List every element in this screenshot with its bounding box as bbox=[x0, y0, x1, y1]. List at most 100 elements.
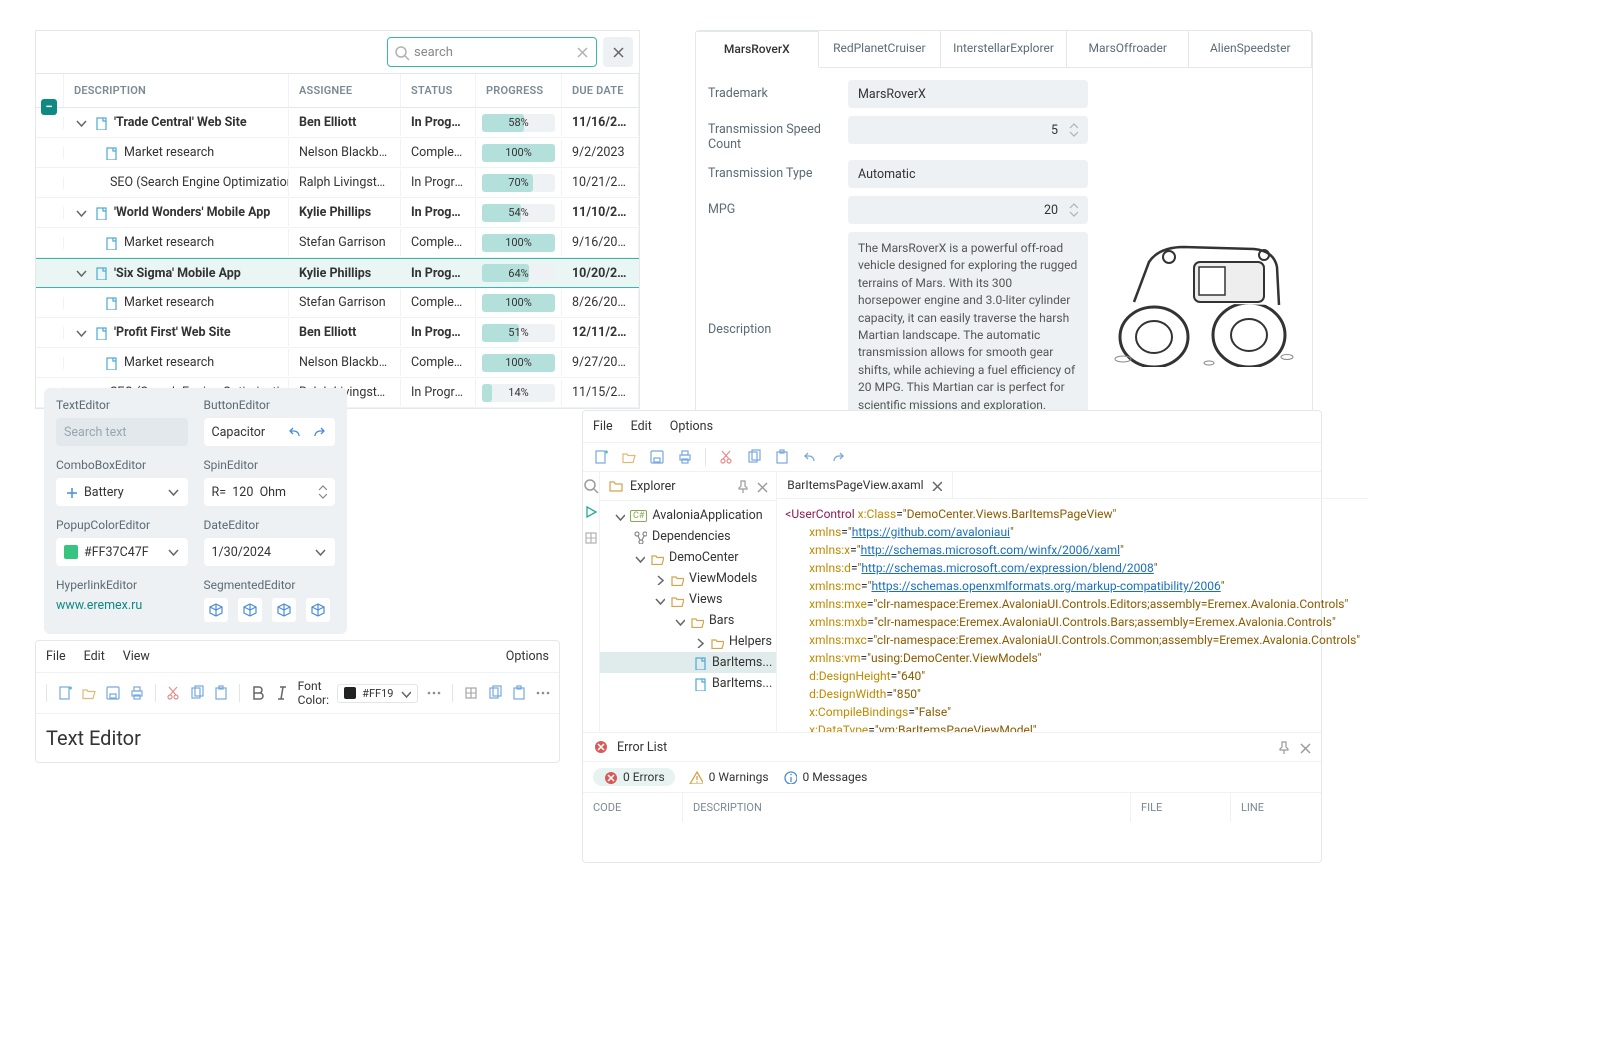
play-icon[interactable] bbox=[583, 504, 599, 520]
tree-item[interactable]: ViewModels bbox=[600, 568, 776, 589]
hyperlink-value[interactable]: www.eremex.ru bbox=[56, 598, 188, 613]
grid-search-input[interactable] bbox=[414, 45, 568, 60]
menu-edit[interactable]: Edit bbox=[84, 649, 105, 664]
tree-item[interactable]: DemoCenter bbox=[600, 547, 776, 568]
segment-1[interactable] bbox=[204, 598, 228, 622]
tree-item[interactable]: Dependencies bbox=[600, 526, 776, 547]
tree-item[interactable]: BarItems... bbox=[600, 673, 776, 694]
combobox-input[interactable]: Battery bbox=[56, 478, 188, 506]
ide-copy-button[interactable] bbox=[744, 447, 764, 467]
search-icon[interactable] bbox=[583, 478, 599, 494]
chevron-down-icon[interactable] bbox=[313, 545, 327, 559]
table-row[interactable]: 'Trade Central' Web SiteBen ElliottIn Pr… bbox=[36, 108, 639, 138]
ide-menu-file[interactable]: File bbox=[593, 419, 613, 434]
print-button[interactable] bbox=[129, 683, 145, 703]
bold-button[interactable] bbox=[250, 683, 266, 703]
chevron-down-icon[interactable] bbox=[653, 594, 665, 606]
text-editor-body[interactable]: Text Editor bbox=[36, 714, 559, 762]
col-status[interactable]: STATUS bbox=[401, 74, 476, 107]
undo-icon[interactable] bbox=[287, 424, 303, 440]
pin-icon[interactable] bbox=[735, 479, 749, 493]
grid-button[interactable] bbox=[463, 683, 479, 703]
cut-button[interactable] bbox=[165, 683, 181, 703]
copy-button[interactable] bbox=[189, 683, 205, 703]
code-area[interactable]: <UserControl x:Class="DemoCenter.Views.B… bbox=[777, 499, 1368, 732]
table-row[interactable]: SEO (Search Engine Optimization)Ralph Li… bbox=[36, 168, 639, 198]
col-file[interactable]: FILE bbox=[1131, 793, 1231, 822]
chevron-right-icon[interactable] bbox=[693, 636, 705, 648]
ide-undo-button[interactable] bbox=[800, 447, 820, 467]
save-button[interactable] bbox=[105, 683, 121, 703]
ide-menu-edit[interactable]: Edit bbox=[631, 419, 652, 434]
col-line[interactable]: LINE bbox=[1231, 793, 1321, 822]
table-row[interactable]: Market researchNelson BlackburnCompleted… bbox=[36, 348, 639, 378]
more-button[interactable] bbox=[426, 683, 442, 703]
tree-item[interactable]: BarItems... bbox=[600, 652, 776, 673]
vehicle-tab[interactable]: MarsRoverX bbox=[696, 31, 819, 68]
col-code[interactable]: CODE bbox=[583, 793, 683, 822]
tree-item[interactable]: Views bbox=[600, 589, 776, 610]
spinner-icon[interactable] bbox=[1066, 122, 1078, 138]
col-desc[interactable]: DESCRIPTION bbox=[683, 793, 1131, 822]
table-row[interactable]: 'Profit First' Web SiteBen ElliottIn Pro… bbox=[36, 318, 639, 348]
spineditor-input[interactable]: R= 120 Ohm bbox=[204, 478, 336, 506]
segment-4[interactable] bbox=[306, 598, 330, 622]
dateeditor-input[interactable]: 1/30/2024 bbox=[204, 538, 336, 566]
chevron-down-icon[interactable] bbox=[166, 545, 180, 559]
redo-icon[interactable] bbox=[311, 424, 327, 440]
warnings-filter[interactable]: 0 Warnings bbox=[689, 770, 769, 784]
collapse-all-badge[interactable]: − bbox=[41, 99, 57, 115]
input-tsc[interactable]: 5 bbox=[848, 116, 1088, 144]
table-row[interactable]: 'Six Sigma' Mobile AppKylie PhillipsIn P… bbox=[36, 258, 639, 288]
table-row[interactable]: Market researchStefan GarrisonCompleted1… bbox=[36, 228, 639, 258]
row-expander[interactable] bbox=[36, 207, 64, 219]
chevron-down-icon[interactable] bbox=[613, 510, 625, 522]
segment-2[interactable] bbox=[238, 598, 262, 622]
col-progress[interactable]: PROGRESS bbox=[476, 74, 562, 107]
chevron-down-icon[interactable] bbox=[166, 485, 180, 499]
close-search-button[interactable] bbox=[603, 37, 633, 67]
chevron-right-icon[interactable] bbox=[653, 573, 665, 585]
ide-menu-options[interactable]: Options bbox=[670, 419, 713, 434]
row-expander[interactable] bbox=[36, 327, 64, 339]
menu-view[interactable]: View bbox=[123, 649, 150, 664]
copy2-button[interactable] bbox=[487, 683, 503, 703]
input-tt[interactable]: Automatic bbox=[848, 160, 1088, 188]
row-expander[interactable] bbox=[36, 267, 64, 279]
ide-paste-button[interactable] bbox=[772, 447, 792, 467]
tree-item[interactable]: C#AvaloniaApplication bbox=[600, 505, 776, 526]
col-assignee[interactable]: ASSIGNEE bbox=[289, 74, 401, 107]
chevron-down-icon[interactable] bbox=[74, 266, 88, 280]
grid-icon[interactable] bbox=[583, 530, 599, 546]
texteditor-input[interactable]: Search text bbox=[56, 418, 188, 446]
spinner-icon[interactable] bbox=[315, 484, 327, 500]
input-trademark[interactable]: MarsRoverX bbox=[848, 80, 1088, 108]
table-row[interactable]: Market researchStefan GarrisonCompleted1… bbox=[36, 288, 639, 318]
vehicle-tab[interactable]: MarsOffroader bbox=[1067, 31, 1190, 68]
ide-print-button[interactable] bbox=[675, 447, 695, 467]
chevron-down-icon[interactable] bbox=[633, 552, 645, 564]
chevron-down-icon[interactable] bbox=[673, 615, 685, 627]
editor-tab[interactable]: BarItemsPageView.axaml bbox=[777, 472, 952, 498]
table-row[interactable]: 'World Wonders' Mobile AppKylie Phillips… bbox=[36, 198, 639, 228]
segmented-editor[interactable] bbox=[204, 598, 336, 622]
ide-new-button[interactable] bbox=[591, 447, 611, 467]
input-desc[interactable]: The MarsRoverX is a powerful off-road ve… bbox=[848, 232, 1088, 422]
close-icon[interactable] bbox=[1298, 741, 1311, 754]
col-description[interactable]: DESCRIPTION bbox=[64, 74, 289, 107]
grid-search-input-wrap[interactable] bbox=[387, 37, 597, 67]
col-duedate[interactable]: DUE DATE bbox=[562, 74, 639, 107]
row-expander[interactable] bbox=[36, 117, 64, 129]
spinner-icon[interactable] bbox=[1066, 202, 1078, 218]
menu-file[interactable]: File bbox=[46, 649, 66, 664]
ide-redo-button[interactable] bbox=[828, 447, 848, 467]
open-button[interactable] bbox=[81, 683, 97, 703]
popupcolor-input[interactable]: #FF37C47F bbox=[56, 538, 188, 566]
table-row[interactable]: Market researchNelson BlackburnCompleted… bbox=[36, 138, 639, 168]
close-icon[interactable] bbox=[930, 479, 942, 491]
chevron-down-icon[interactable] bbox=[74, 206, 88, 220]
close-icon[interactable] bbox=[755, 480, 768, 493]
paste-button[interactable] bbox=[213, 683, 229, 703]
chevron-down-icon[interactable] bbox=[74, 116, 88, 130]
tree-item[interactable]: Bars bbox=[600, 610, 776, 631]
